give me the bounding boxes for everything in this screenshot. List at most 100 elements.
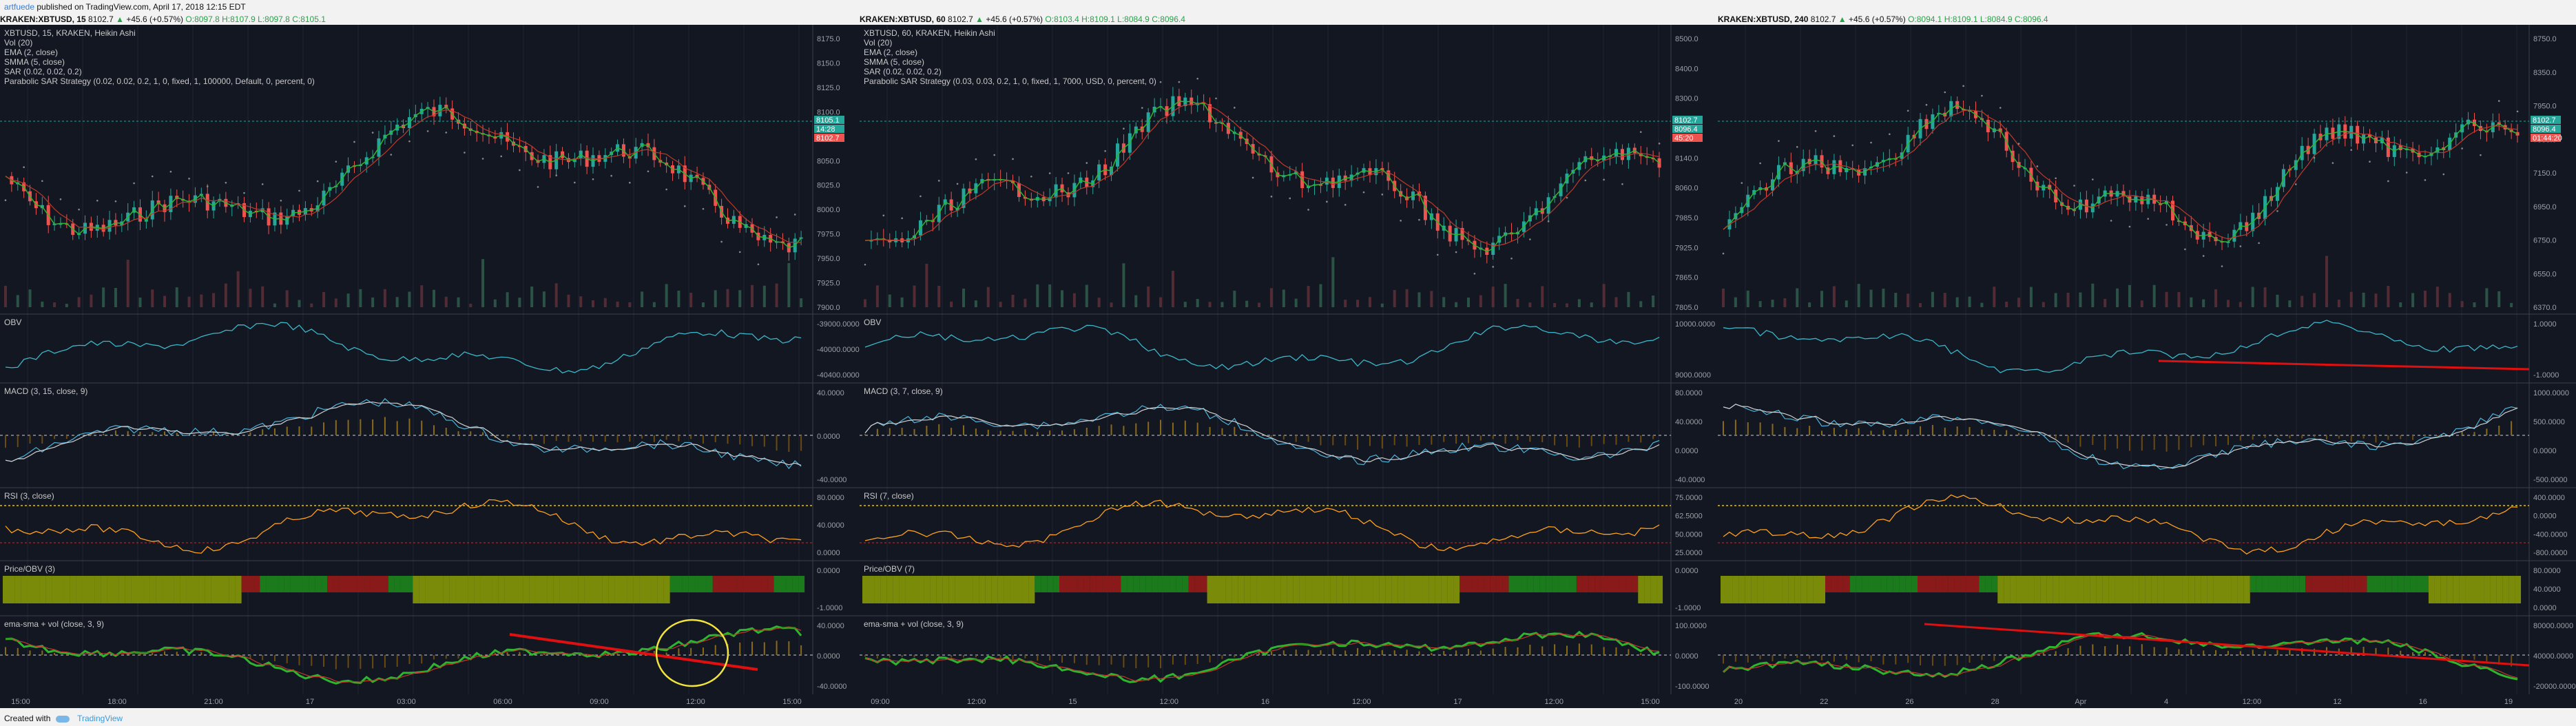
price-obv-bar [1862,576,1869,592]
price-obv-bar [1515,576,1521,592]
histogram-bar [1615,647,1617,655]
volume-bar [298,300,301,307]
price-obv-bar [2071,576,2078,603]
price-obv-bar [229,576,236,603]
price-obv-bar [1065,576,1072,592]
chart-canvas[interactable]: 8500.08400.08300.08220.08140.08060.07985… [860,25,1718,708]
tradingview-link[interactable]: TradingView [77,714,123,723]
histogram-bar [1734,655,1736,662]
chart-60m[interactable]: KRAKEN:XBTUSD, 60 8102.7 ▲ +45.6 (+0.57%… [860,14,1718,709]
chart-canvas[interactable]: 8750.08350.07950.07550.07150.06950.06750… [1718,25,2576,708]
histogram-bar [2289,435,2291,439]
sar-dot [1418,218,1420,221]
time-axis-label: 15:00 [782,698,802,706]
legend-entry: SMMA (5, close) [4,57,65,67]
author-link[interactable]: artfuede [4,2,34,12]
pane-axis-label: 9000.0000 [1675,371,1711,380]
histogram-bar [2276,650,2278,655]
price-obv-bar [1769,576,1776,603]
sar-dot [975,158,977,160]
price-obv-bar [2102,576,2109,603]
pane-axis-label: -1.0000 [1675,604,1701,612]
histogram-bar [963,425,965,435]
price-obv-bar [1293,576,1300,603]
histogram-bar [384,655,386,668]
sar-dot [1215,97,1217,100]
histogram-bar [372,419,374,435]
price-obv-bar [1453,576,1460,603]
price-obv-bar [437,576,444,603]
chart-15m[interactable]: KRAKEN:XBTUSD, 15 8102.7 ▲ +45.6 (+0.57%… [0,14,860,709]
sar-dot [1159,81,1162,83]
histogram-bar [286,655,288,663]
volume-bar [1602,284,1606,307]
price-obv-bar [333,576,340,592]
histogram-bar [200,652,202,655]
histogram-bar [1479,435,1482,441]
chart-svg[interactable]: 8500.08400.08300.08220.08140.08060.07985… [860,25,1718,708]
pane-axis-label: 50.0000 [1675,530,1703,539]
price-obv-bar [143,576,150,603]
volume-bar [2276,294,2279,307]
price-obv-bar [1745,576,1752,603]
volume-bar [2251,287,2254,307]
price-obv-bar [991,576,998,603]
histogram-bar [1882,655,1884,665]
histogram-bar [1135,423,1137,435]
sar-dot [956,183,959,185]
tradingview-logo-icon [55,715,70,723]
histogram-bar [2006,430,2008,435]
histogram-bar [445,427,447,435]
price-axis-label: 6950.0 [2533,203,2557,211]
histogram-bar [298,655,300,665]
volume-bar [1504,284,1507,307]
histogram-bar [17,435,19,447]
chart-svg[interactable]: 8750.08350.07950.07550.07150.06950.06750… [1718,25,2576,708]
price-obv-bar [1152,576,1159,592]
time-axis-label: 15:00 [1641,698,1660,706]
price-obv-bar [2329,576,2336,592]
sar-dot [206,185,209,187]
chart-canvas[interactable]: 8175.08150.08125.08100.08075.08050.08025… [0,25,860,708]
sar-dot [169,170,172,173]
price-obv-bar [241,576,248,592]
histogram-bar [335,419,337,435]
price-obv-bar [357,576,364,592]
sar-dot [1473,272,1476,275]
publish-info: published on TradingView.com, April 17, … [34,2,246,12]
volume-bar [1368,297,1371,307]
volume-bar [1746,290,1749,307]
histogram-bar [1172,655,1174,665]
pane-axis-label: 10000.0000 [1675,320,1715,329]
price-obv-bar [302,576,309,592]
sar-dot [2017,143,2020,145]
chart-240m[interactable]: KRAKEN:XBTUSD, 240 8102.7 ▲ +45.6 (+0.57… [1718,14,2576,709]
histogram-bar [2141,435,2143,451]
price-obv-bar [1447,576,1454,603]
price-obv-bar [1022,576,1029,603]
time-axis-label: 12:00 [686,698,705,706]
histogram-bar [1554,435,1556,446]
sar-dot [2331,162,2334,164]
sar-dot [574,181,576,184]
price-obv-bar [82,576,89,603]
chart-svg[interactable]: 8175.08150.08125.08100.08075.08050.08025… [0,25,860,708]
volume-bar [261,286,264,307]
histogram-bar [1258,652,1260,655]
price-obv-bar [688,576,695,592]
pane-axis-label: 40.0000 [2533,585,2561,594]
histogram-bar [1406,435,1408,447]
price-obv-bar [657,576,664,603]
histogram-bar [2165,647,2168,655]
histogram-bar [1393,435,1395,446]
price-obv-bar [1527,576,1534,592]
volume-bar [2140,300,2143,307]
sar-dot [1833,135,1836,137]
histogram-bar [1969,655,1971,663]
time-axis-label: 20 [1734,698,1743,706]
price-axis-label: 6750.0 [2533,237,2557,245]
histogram-bar [1282,435,1285,440]
volume-bar [2325,256,2328,307]
volume-bar [2165,291,2168,307]
histogram-bar [1845,429,1847,435]
